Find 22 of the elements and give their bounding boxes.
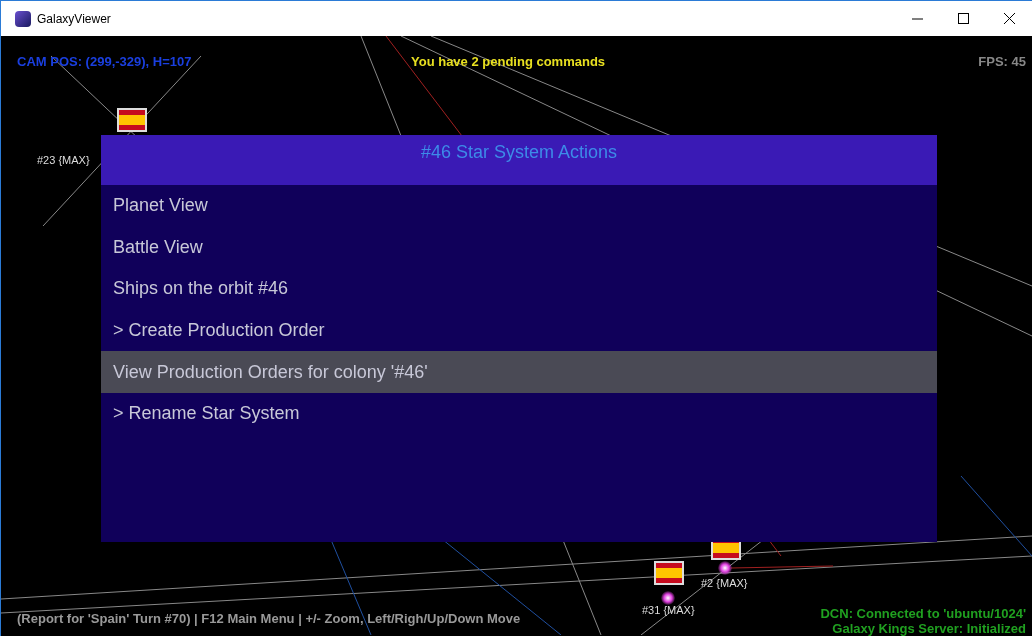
menu-item[interactable]: Ships on the orbit #46 — [101, 268, 937, 310]
menu-item[interactable]: > Create Production Order — [101, 309, 937, 352]
connection-status: DCN: Connected to 'ubuntu/1024' — [820, 605, 1026, 623]
server-status: Galaxy Kings Server: Initialized — [832, 620, 1026, 636]
menu-item[interactable]: > Rename Star System — [101, 392, 937, 435]
maximize-icon — [957, 13, 969, 24]
menu-item[interactable]: Planet View — [101, 185, 937, 227]
system-label: #2 {MAX} — [701, 576, 748, 591]
system-label: #31 {MAX} — [642, 603, 695, 618]
camera-position: CAM POS: (299,-329), H=107 — [17, 53, 192, 71]
fps-counter: FPS: 45 — [978, 53, 1026, 71]
menu-item[interactable]: View Production Orders for colony '#46' — [101, 351, 937, 393]
window-title: GalaxyViewer — [37, 10, 111, 28]
pending-commands: You have 2 pending commands — [411, 53, 606, 71]
menu-title: #46 Star System Actions — [420, 141, 618, 164]
flag-icon — [654, 561, 684, 585]
menu-item[interactable]: Battle View — [101, 226, 937, 269]
app-icon — [15, 10, 31, 27]
flag-icon — [117, 108, 147, 132]
system-label: #23 {MAX} — [37, 153, 90, 168]
close-icon — [1003, 13, 1015, 24]
help-text: (Report for 'Spain' Turn #70) | F12 Main Menu | +/- Zoom, Left/Righ/Up/Down Move — [17, 610, 521, 628]
